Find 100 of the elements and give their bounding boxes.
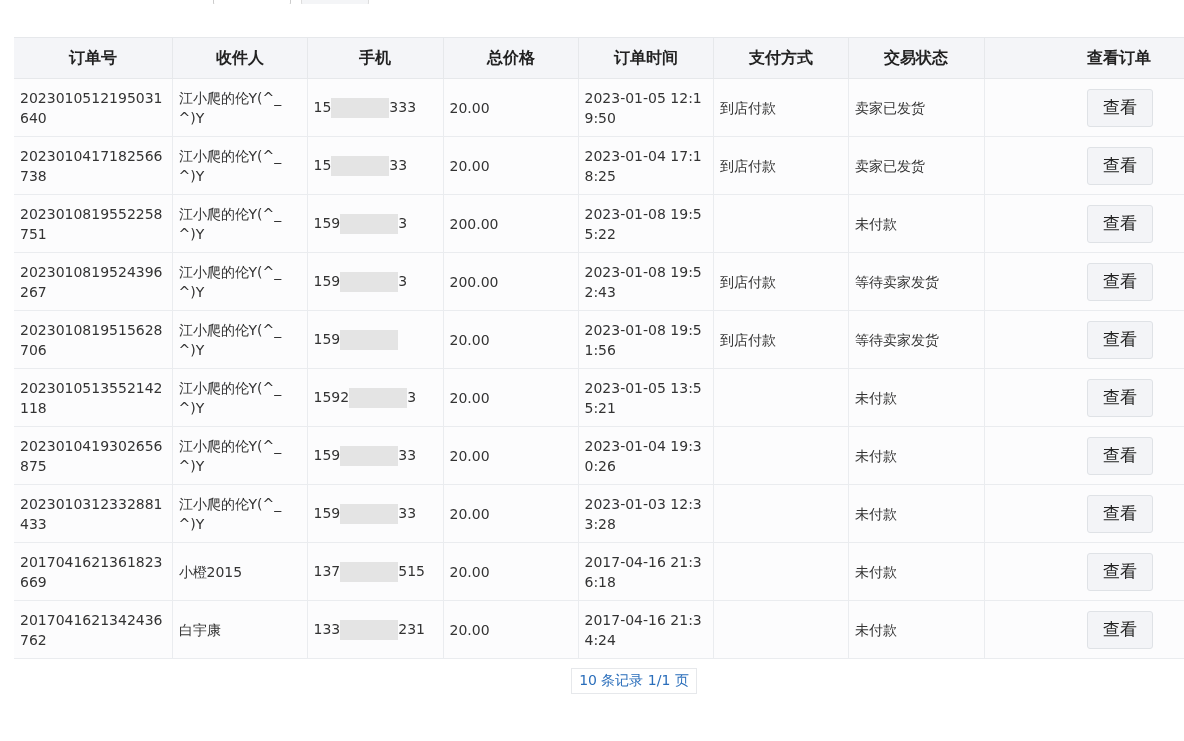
view-button[interactable]: 查看	[1086, 262, 1153, 301]
order-number: 2023010819552258751	[20, 204, 164, 244]
view-button[interactable]: 查看	[1086, 204, 1153, 243]
order-number: 2023010819524396267	[20, 262, 164, 302]
phone-end: 33	[398, 505, 417, 521]
order-status: 未付款	[854, 447, 897, 464]
order-status: 未付款	[854, 563, 897, 580]
recipient-name: 江小爬的伦Y(^_^)Y	[178, 378, 283, 418]
redaction-block	[340, 272, 399, 292]
order-status: 未付款	[854, 621, 897, 638]
payment-method: 到店付款	[719, 99, 776, 116]
order-number: 2023010513552142118	[20, 378, 164, 418]
phone-start: 159	[313, 505, 341, 521]
column-header: 支付方式	[748, 47, 813, 67]
redaction-block	[340, 562, 399, 582]
redaction-block	[340, 620, 399, 640]
order-status: 未付款	[854, 389, 897, 406]
total-price: 20.00	[449, 505, 490, 522]
view-button[interactable]: 查看	[1086, 88, 1153, 127]
redaction-block	[349, 388, 408, 408]
redaction-block	[340, 504, 399, 524]
phone-start: 159	[313, 331, 341, 347]
total-price: 20.00	[449, 331, 490, 348]
view-button[interactable]: 查看	[1086, 146, 1153, 185]
view-button[interactable]: 查看	[1086, 320, 1153, 359]
view-button[interactable]: 查看	[1086, 494, 1153, 533]
order-time: 2023-01-08 19:52:43	[584, 262, 703, 302]
recipient-name: 江小爬的伦Y(^_^)Y	[178, 436, 283, 476]
order-status: 卖家已发货	[854, 157, 925, 174]
recipient-name: 江小爬的伦Y(^_^)Y	[178, 88, 283, 128]
recipient-name: 江小爬的伦Y(^_^)Y	[178, 204, 283, 244]
order-number: 2023010417182566738	[20, 146, 164, 186]
order-number: 2023010512195031640	[20, 88, 164, 128]
recipient-name: 江小爬的伦Y(^_^)Y	[178, 494, 283, 534]
total-price: 20.00	[449, 621, 490, 638]
column-header: 交易状态	[884, 47, 948, 67]
recipient-name: 江小爬的伦Y(^_^)Y	[178, 320, 283, 360]
phone-end: 3	[398, 215, 408, 231]
total-price: 20.00	[449, 99, 490, 116]
order-time: 2023-01-04 19:30:26	[584, 436, 703, 476]
order-number: 2017041621342436762	[20, 610, 164, 650]
order-time: 2023-01-04 17:18:25	[584, 146, 703, 186]
recipient-name: 江小爬的伦Y(^_^)Y	[178, 146, 283, 186]
view-button[interactable]: 查看	[1086, 552, 1153, 591]
total-price: 20.00	[449, 563, 490, 580]
recipient-name: 小橙2015	[178, 562, 244, 582]
phone-end: 3	[407, 389, 417, 405]
view-button[interactable]: 查看	[1086, 378, 1153, 417]
redaction-block	[340, 446, 399, 466]
pagination-info: 10 条记录 1/1 页	[571, 668, 697, 694]
payment-method: 到店付款	[719, 157, 776, 174]
total-price: 20.00	[449, 447, 490, 464]
redaction-block	[331, 156, 390, 176]
phone-start: 137	[313, 563, 341, 579]
phone-start: 133	[313, 621, 341, 637]
column-header: 查看订单	[1087, 47, 1151, 67]
order-time: 2023-01-03 12:33:28	[584, 494, 703, 534]
order-status: 未付款	[854, 215, 897, 232]
order-time: 2017-04-16 21:36:18	[584, 552, 703, 592]
redaction-block	[340, 330, 399, 350]
phone-end: 33	[389, 157, 408, 173]
order-number: 2023010312332881433	[20, 494, 164, 534]
order-time: 2023-01-08 19:55:22	[584, 204, 703, 244]
redaction-block	[331, 98, 390, 118]
order-time: 2023-01-05 12:19:50	[584, 88, 703, 128]
phone-start: 15	[313, 99, 332, 115]
total-price: 20.00	[449, 389, 490, 406]
column-header: 手机	[359, 47, 391, 67]
view-button[interactable]: 查看	[1086, 436, 1153, 475]
view-button[interactable]: 查看	[1086, 610, 1153, 649]
order-status: 等待卖家发货	[854, 331, 939, 348]
order-number: 2023010819515628706	[20, 320, 164, 360]
column-header: 订单时间	[613, 47, 678, 67]
order-number: 2017041621361823669	[20, 552, 164, 592]
order-time: 2023-01-08 19:51:56	[584, 320, 703, 360]
redaction-block	[340, 214, 399, 234]
order-time: 2017-04-16 21:34:24	[584, 610, 703, 650]
phone-start: 159	[313, 447, 341, 463]
phone-end: 515	[398, 563, 425, 579]
column-header: 订单号	[68, 47, 117, 67]
payment-method: 到店付款	[719, 331, 776, 348]
phone-start: 159	[313, 273, 341, 289]
order-status: 卖家已发货	[854, 99, 925, 116]
total-price: 200.00	[449, 273, 499, 290]
order-number: 2023010419302656875	[20, 436, 164, 476]
column-header: 总价格	[486, 47, 535, 67]
phone-end: 3	[398, 273, 408, 289]
order-time: 2023-01-05 13:55:21	[584, 378, 703, 418]
column-header: 收件人	[215, 47, 264, 67]
payment-method: 到店付款	[719, 273, 776, 290]
phone-start: 159	[313, 215, 341, 231]
phone-start: 15	[313, 157, 332, 173]
phone-start: 1592	[313, 389, 350, 405]
recipient-name: 江小爬的伦Y(^_^)Y	[178, 262, 283, 302]
phone-end: 33	[398, 447, 417, 463]
total-price: 20.00	[449, 157, 490, 174]
order-status: 等待卖家发货	[854, 273, 939, 290]
phone-end: 231	[398, 621, 425, 637]
total-price: 200.00	[449, 215, 499, 232]
recipient-name: 白宇康	[178, 620, 222, 640]
